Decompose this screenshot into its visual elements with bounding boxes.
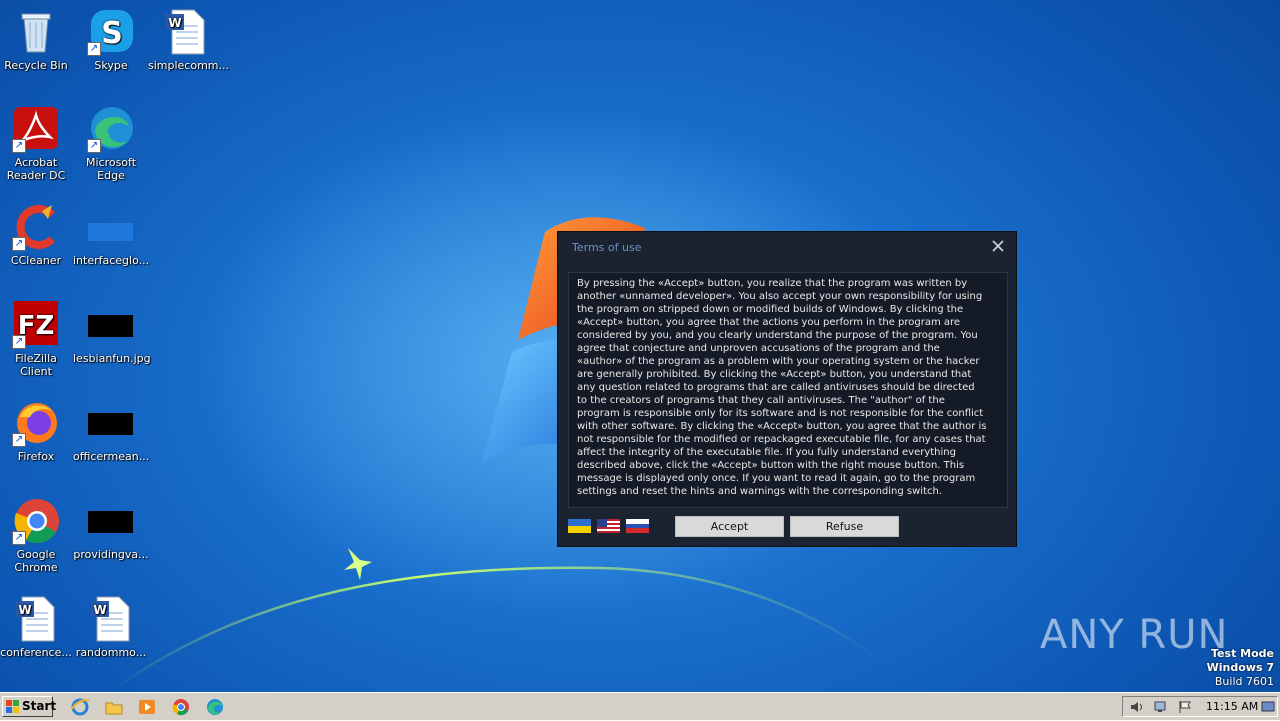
edge-icon[interactable] bbox=[205, 697, 225, 717]
internet-explorer-icon[interactable] bbox=[70, 697, 90, 717]
watermark: ANY RUN bbox=[1040, 612, 1229, 658]
desktop-icon-filezilla[interactable]: FZ ↗ FileZilla Client bbox=[0, 301, 74, 378]
image-file-icon bbox=[87, 399, 135, 447]
firefox-icon: ↗ bbox=[12, 399, 60, 447]
image-file-icon bbox=[87, 301, 135, 349]
desktop-icon-label: Google Chrome bbox=[14, 548, 58, 574]
desktop-icon-label: simplecomm... bbox=[148, 59, 230, 72]
image-file-icon bbox=[87, 203, 135, 251]
desktop-icon-providingva[interactable]: providingva... bbox=[73, 497, 149, 561]
refuse-button[interactable]: Refuse bbox=[790, 516, 899, 537]
os-info: Test Mode Windows 7 Build 7601 bbox=[1207, 647, 1274, 689]
desktop-icon-ccleaner[interactable]: ↗ CCleaner bbox=[0, 203, 74, 267]
desktop-icon-skype[interactable]: S ↗ Skype bbox=[73, 8, 149, 72]
close-button[interactable] bbox=[986, 236, 1010, 258]
shortcut-arrow-icon: ↗ bbox=[87, 42, 101, 56]
desktop-icon-label: CCleaner bbox=[10, 254, 62, 267]
start-label: Start bbox=[22, 699, 57, 713]
terms-dialog: Terms of use By pressing the «Accept» bu… bbox=[557, 231, 1017, 547]
close-icon bbox=[992, 240, 1004, 252]
filezilla-icon: FZ ↗ bbox=[12, 301, 60, 349]
accept-button[interactable]: Accept bbox=[675, 516, 784, 537]
svg-text:W: W bbox=[168, 16, 181, 30]
word-document-icon: W bbox=[87, 595, 135, 643]
shortcut-arrow-icon: ↗ bbox=[87, 139, 101, 153]
build-label: Build 7601 bbox=[1214, 675, 1274, 688]
taskbar: Start 11:15 AM bbox=[0, 692, 1280, 720]
desktop-icon-label: Firefox bbox=[17, 450, 55, 463]
shortcut-arrow-icon: ↗ bbox=[12, 531, 26, 545]
usa-flag-icon[interactable] bbox=[597, 518, 620, 533]
svg-text:S: S bbox=[101, 16, 123, 51]
desktop-icon-label: interfaceglo... bbox=[73, 254, 150, 267]
desktop-icon-label: Recycle Bin bbox=[4, 59, 68, 72]
shortcut-arrow-icon: ↗ bbox=[12, 335, 26, 349]
recycle-bin-icon bbox=[12, 8, 60, 56]
volume-icon[interactable] bbox=[1129, 700, 1145, 714]
desktop-icon-conference[interactable]: W conference... bbox=[0, 595, 74, 659]
terms-text: By pressing the «Accept» button, you rea… bbox=[568, 272, 1008, 508]
desktop-icon-label: providingva... bbox=[73, 548, 149, 561]
shortcut-arrow-icon: ↗ bbox=[12, 139, 26, 153]
desktop-icon-label: lesbianfun.jpg bbox=[73, 352, 151, 365]
edge-icon: ↗ bbox=[87, 105, 135, 153]
clock[interactable]: 11:15 AM bbox=[1206, 700, 1258, 713]
desktop-icon-recycle-bin[interactable]: Recycle Bin bbox=[0, 8, 74, 72]
desktop-icon-chrome[interactable]: ↗ Google Chrome bbox=[0, 497, 74, 574]
desktop-icon-officermean[interactable]: officermean... bbox=[73, 399, 149, 463]
start-button[interactable]: Start bbox=[2, 696, 57, 717]
desktop-icon-label: Skype bbox=[94, 59, 128, 72]
desktop-icon-label: Acrobat Reader DC bbox=[6, 156, 66, 182]
desktop-icon-firefox[interactable]: ↗ Firefox bbox=[0, 399, 74, 463]
skype-icon: S ↗ bbox=[87, 8, 135, 56]
chrome-icon: ↗ bbox=[12, 497, 60, 545]
shortcut-arrow-icon: ↗ bbox=[12, 237, 26, 251]
ukraine-flag-icon[interactable] bbox=[568, 518, 591, 533]
file-explorer-icon[interactable] bbox=[104, 697, 124, 717]
desktop-icon-interfaceglo[interactable]: interfaceglo... bbox=[73, 203, 149, 267]
desktop-icon-label: officermean... bbox=[73, 450, 150, 463]
russia-flag-icon[interactable] bbox=[626, 518, 649, 533]
svg-text:W: W bbox=[93, 603, 106, 617]
desktop-icon-acrobat[interactable]: ↗ Acrobat Reader DC bbox=[0, 105, 74, 182]
desktop-icon-label: conference... bbox=[0, 646, 72, 659]
desktop-icon-simplecomm[interactable]: W simplecomm... bbox=[148, 8, 230, 72]
ccleaner-icon: ↗ bbox=[12, 203, 60, 251]
desktop[interactable]: Recycle Bin S ↗ Skype W simplecomm... ↗ … bbox=[0, 0, 1280, 692]
network-icon[interactable] bbox=[1153, 700, 1169, 714]
desktop-icon-label: randommo... bbox=[75, 646, 147, 659]
desktop-icon-label: FileZilla Client bbox=[15, 352, 57, 378]
image-file-icon bbox=[87, 497, 135, 545]
windows-logo-icon bbox=[6, 700, 19, 713]
test-mode-label: Test Mode bbox=[1211, 647, 1274, 660]
show-desktop-icon[interactable] bbox=[1261, 700, 1277, 714]
acrobat-icon: ↗ bbox=[12, 105, 60, 153]
windows-version-label: Windows 7 bbox=[1206, 661, 1274, 674]
desktop-icon-label: Microsoft Edge bbox=[85, 156, 137, 182]
desktop-icon-lesbianfun[interactable]: lesbianfun.jpg bbox=[73, 301, 151, 365]
chrome-icon[interactable] bbox=[171, 697, 191, 717]
desktop-icon-randommo[interactable]: W randommo... bbox=[73, 595, 149, 659]
desktop-icon-edge[interactable]: ↗ Microsoft Edge bbox=[73, 105, 149, 182]
word-document-icon: W bbox=[12, 595, 60, 643]
dialog-title: Terms of use bbox=[572, 241, 642, 254]
svg-text:W: W bbox=[18, 603, 31, 617]
shortcut-arrow-icon: ↗ bbox=[12, 433, 26, 447]
system-tray: 11:15 AM bbox=[1122, 696, 1278, 717]
media-player-icon[interactable] bbox=[137, 697, 157, 717]
action-center-flag-icon[interactable] bbox=[1177, 700, 1193, 714]
word-document-icon: W bbox=[162, 8, 210, 56]
